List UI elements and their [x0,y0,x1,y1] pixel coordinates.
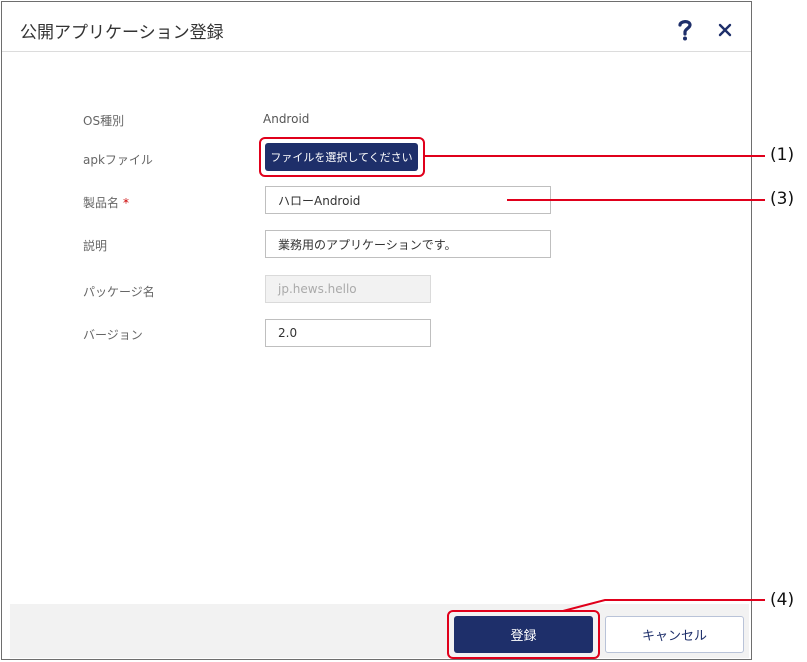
callout-line-4 [562,599,765,612]
callout-label-4: (4) [770,590,795,610]
